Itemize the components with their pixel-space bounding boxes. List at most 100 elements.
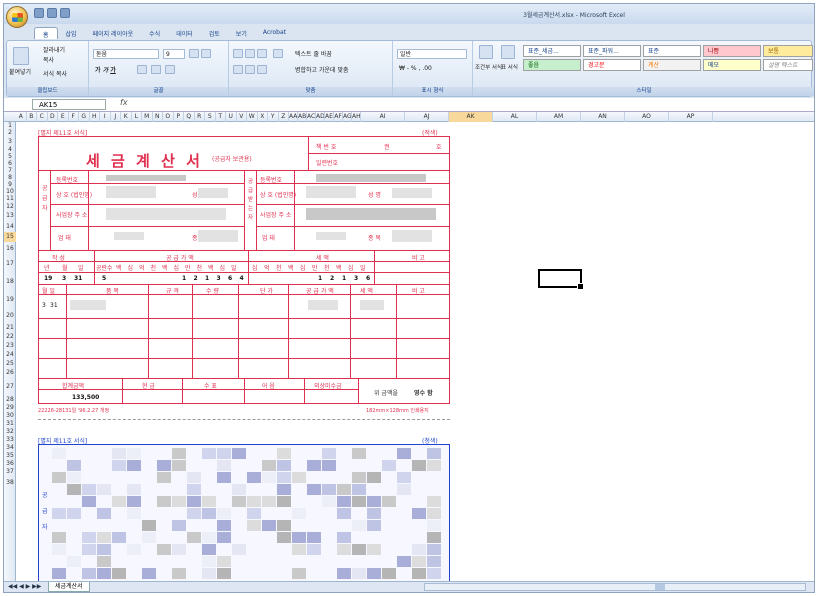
style-cell[interactable]: 메모 [703, 59, 761, 71]
row-header[interactable]: 6 [4, 160, 16, 167]
shrink-font-icon[interactable] [201, 49, 211, 58]
row-header[interactable]: 19 [4, 291, 16, 309]
row-header[interactable]: 36 [4, 460, 16, 468]
format-painter-button[interactable]: 서식 복사 [43, 69, 67, 78]
column-header[interactable]: Z [279, 112, 289, 122]
row-header[interactable]: 10 [4, 188, 16, 195]
orientation-icon[interactable] [273, 49, 283, 58]
tab-view[interactable]: 보기 [228, 27, 255, 39]
row-header[interactable]: 31 [4, 420, 16, 428]
name-box[interactable]: AK15 [32, 99, 106, 110]
column-header[interactable]: AK [449, 112, 493, 122]
row-header[interactable]: 8 [4, 174, 16, 181]
column-header[interactable]: AB [298, 112, 307, 122]
number-format-select[interactable]: 일반 [397, 49, 467, 59]
row-header[interactable]: 37 [4, 468, 16, 476]
row-header[interactable]: 5 [4, 153, 16, 160]
column-header[interactable]: A [16, 112, 27, 122]
column-header[interactable]: I [100, 112, 111, 122]
grow-font-icon[interactable] [189, 49, 199, 58]
tab-home[interactable]: 홈 [34, 27, 58, 39]
column-header[interactable]: AO [625, 112, 669, 122]
row-header[interactable]: 26 [4, 368, 16, 378]
column-header[interactable]: AI [361, 112, 405, 122]
row-header[interactable]: 12 [4, 203, 16, 211]
row-header[interactable]: 18 [4, 273, 16, 291]
row-header[interactable]: 17 [4, 255, 16, 273]
style-cell[interactable]: 표준_세금... [523, 45, 581, 57]
row-header[interactable]: 35 [4, 452, 16, 460]
column-header[interactable]: S [205, 112, 216, 122]
column-header[interactable]: J [111, 112, 121, 122]
style-cell[interactable]: 설명 텍스트 [763, 59, 813, 71]
row-header[interactable]: 11 [4, 195, 16, 203]
column-header[interactable]: U [226, 112, 237, 122]
row-header[interactable]: 24 [4, 350, 16, 359]
office-button[interactable] [6, 6, 28, 28]
column-header[interactable]: AG [343, 112, 352, 122]
row-header[interactable]: 4 [4, 146, 16, 153]
column-header[interactable]: AE [325, 112, 334, 122]
tab-insert[interactable]: 삽입 [58, 27, 85, 39]
row-header[interactable]: 2 [4, 129, 16, 137]
row-header[interactable]: 15 [4, 232, 16, 242]
sheet-tab[interactable]: 세금계산서 [48, 582, 90, 592]
align-middle-icon[interactable] [245, 49, 255, 58]
column-header[interactable]: AF [334, 112, 343, 122]
row-header[interactable]: 22 [4, 332, 16, 341]
fx-icon[interactable]: fx [120, 98, 128, 107]
row-header[interactable]: 28 [4, 396, 16, 404]
row-header[interactable]: 38 [4, 476, 16, 490]
tab-formulas[interactable]: 수식 [141, 27, 168, 39]
tab-review[interactable]: 검토 [201, 27, 228, 39]
column-header[interactable]: L [132, 112, 142, 122]
row-header[interactable]: 29 [4, 404, 16, 412]
column-header[interactable]: E [58, 112, 69, 122]
worksheet-grid[interactable]: [별지 제11호 서식] (적색) 세 금 계 산 서 (공급자 보관용) 책 … [16, 122, 814, 584]
style-cell[interactable]: 좋음 [523, 59, 581, 71]
column-header[interactable]: AA [289, 112, 298, 122]
horizontal-scrollbar[interactable] [424, 583, 806, 591]
row-header[interactable]: 9 [4, 181, 16, 188]
row-header[interactable]: 14 [4, 221, 16, 232]
row-header[interactable]: 3 [4, 137, 16, 146]
row-header[interactable]: 27 [4, 378, 16, 396]
style-cell[interactable]: 계산 [643, 59, 701, 71]
align-left-icon[interactable] [233, 65, 243, 74]
column-header[interactable]: W [247, 112, 258, 122]
column-header[interactable]: D [48, 112, 58, 122]
column-header[interactable]: F [69, 112, 79, 122]
row-header[interactable]: 33 [4, 436, 16, 444]
column-header[interactable]: AL [493, 112, 537, 122]
row-header[interactable]: 34 [4, 444, 16, 452]
column-header[interactable]: Y [268, 112, 279, 122]
scroll-thumb[interactable] [655, 584, 665, 590]
row-header[interactable]: 20 [4, 309, 16, 323]
sheet-nav-icon[interactable]: ◀◀ ◀ ▶ ▶▶ [8, 583, 41, 590]
column-header[interactable]: T [216, 112, 226, 122]
fill-color-icon[interactable] [151, 65, 161, 74]
column-header[interactable]: O [163, 112, 174, 122]
row-header[interactable]: 32 [4, 428, 16, 436]
active-cell-selection[interactable] [538, 269, 584, 290]
column-header[interactable]: C [37, 112, 48, 122]
column-header[interactable]: B [27, 112, 37, 122]
column-header[interactable]: M [142, 112, 153, 122]
column-header[interactable]: Q [184, 112, 195, 122]
tab-page-layout[interactable]: 페이지 레이아웃 [85, 27, 142, 39]
style-cell[interactable]: 표준 [643, 45, 701, 57]
conditional-format-icon[interactable] [479, 45, 493, 59]
row-header[interactable]: 23 [4, 341, 16, 350]
style-cell[interactable]: 표준_파워... [583, 45, 641, 57]
column-header[interactable]: AM [537, 112, 581, 122]
border-icon[interactable] [137, 65, 147, 74]
column-header[interactable]: AP [669, 112, 713, 122]
row-header[interactable]: 13 [4, 211, 16, 221]
tab-data[interactable]: 데이터 [168, 27, 201, 39]
font-name-select[interactable]: 돋움 [93, 49, 159, 59]
align-top-icon[interactable] [233, 49, 243, 58]
style-cell[interactable]: 나쁨 [703, 45, 761, 57]
style-cell[interactable]: 보통 [763, 45, 813, 57]
column-header[interactable]: AD [316, 112, 325, 122]
column-header[interactable]: X [258, 112, 268, 122]
